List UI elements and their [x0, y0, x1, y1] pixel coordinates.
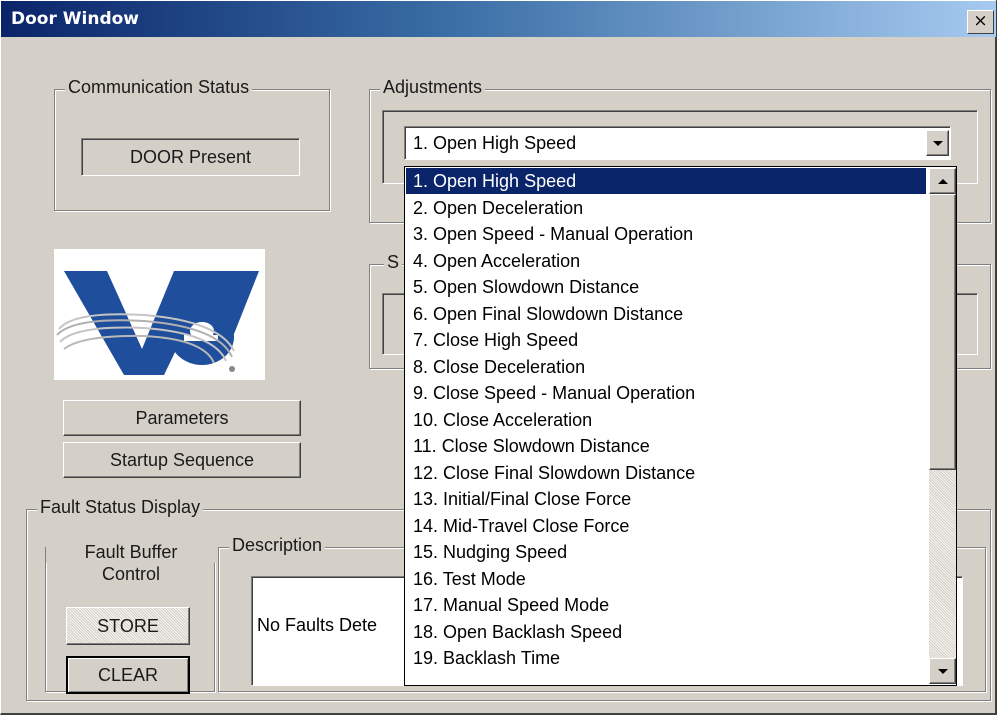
- close-icon: ×: [973, 11, 988, 31]
- dropdown-scrollbar[interactable]: [929, 168, 956, 684]
- dropdown-option[interactable]: 3. Open Speed - Manual Operation: [406, 221, 926, 247]
- we-logo-icon: [56, 271, 259, 375]
- adjustments-combobox[interactable]: 1. Open High Speed: [404, 126, 951, 160]
- adjustments-label: Adjustments: [380, 77, 486, 98]
- dropdown-option[interactable]: 2. Open Deceleration: [406, 195, 926, 221]
- dropdown-option[interactable]: 18. Open Backlash Speed: [406, 619, 926, 645]
- door-status-field: DOOR Present: [81, 138, 300, 176]
- dropdown-option[interactable]: 4. Open Acceleration: [406, 248, 926, 274]
- dropdown-option[interactable]: 14. Mid-Travel Close Force: [406, 513, 926, 539]
- close-button[interactable]: ×: [967, 10, 994, 34]
- dropdown-option[interactable]: 19. Backlash Time: [406, 645, 926, 671]
- dropdown-option[interactable]: 13. Initial/Final Close Force: [406, 486, 926, 512]
- dropdown-option[interactable]: 17. Manual Speed Mode: [406, 592, 926, 618]
- description-text: No Faults Dete: [257, 615, 378, 635]
- adjustments-dropdown-list[interactable]: 1. Open High Speed 2. Open Deceleration 3.…: [404, 166, 957, 686]
- fault-buffer-group: Fault Buffer Control STORE CLEAR: [45, 542, 216, 694]
- scroll-up-icon: [937, 178, 948, 184]
- dropdown-option[interactable]: 7. Close High Speed: [406, 327, 926, 353]
- scrollbar-thumb[interactable]: [929, 194, 956, 470]
- dropdown-option[interactable]: 11. Close Slowdown Distance: [406, 433, 926, 459]
- dropdown-option[interactable]: 12. Close Final Slowdown Distance: [406, 460, 926, 486]
- parameters-button[interactable]: Parameters: [63, 400, 301, 436]
- company-logo: [54, 249, 265, 380]
- description-label: Description: [229, 535, 326, 556]
- dropdown-option[interactable]: 6. Open Final Slowdown Distance: [406, 301, 926, 327]
- fault-buffer-control-label: Control: [101, 564, 161, 584]
- dropdown-option[interactable]: 16. Test Mode: [406, 566, 926, 592]
- dropdown-option[interactable]: 5. Open Slowdown Distance: [406, 274, 926, 300]
- scroll-up-button[interactable]: [929, 168, 956, 194]
- title-bar[interactable]: Door Window ×: [1, 1, 996, 37]
- dropdown-option[interactable]: 10. Close Acceleration: [406, 407, 926, 433]
- clear-button[interactable]: CLEAR: [66, 656, 190, 694]
- communication-status-group: Communication Status DOOR Present: [54, 77, 330, 211]
- dropdown-option[interactable]: 15. Nudging Speed: [406, 539, 926, 565]
- store-button-label: STORE: [97, 615, 159, 636]
- fault-status-label: Fault Status Display: [37, 497, 204, 518]
- window-title: Door Window: [11, 9, 140, 29]
- door-window: Door Window × Communication Status DOOR …: [0, 0, 997, 715]
- communication-status-label: Communication Status: [65, 77, 253, 98]
- door-status-text: DOOR Present: [129, 146, 252, 167]
- adjustments-selected-value: 1. Open High Speed: [413, 133, 577, 153]
- chevron-down-icon: [932, 140, 943, 146]
- scroll-down-button[interactable]: [929, 658, 956, 684]
- fault-buffer-label: Fault Buffer: [46, 542, 216, 563]
- scroll-down-icon: [937, 668, 948, 674]
- dropdown-option[interactable]: 8. Close Deceleration: [406, 354, 926, 380]
- startup-sequence-button[interactable]: Startup Sequence: [63, 442, 301, 478]
- store-button[interactable]: STORE: [66, 607, 190, 645]
- combo-dropdown-button[interactable]: [926, 130, 949, 156]
- dropdown-option[interactable]: 9. Close Speed - Manual Operation: [406, 380, 926, 406]
- speed-group-label: S: [384, 252, 403, 273]
- dropdown-option[interactable]: 1. Open High Speed: [406, 168, 926, 194]
